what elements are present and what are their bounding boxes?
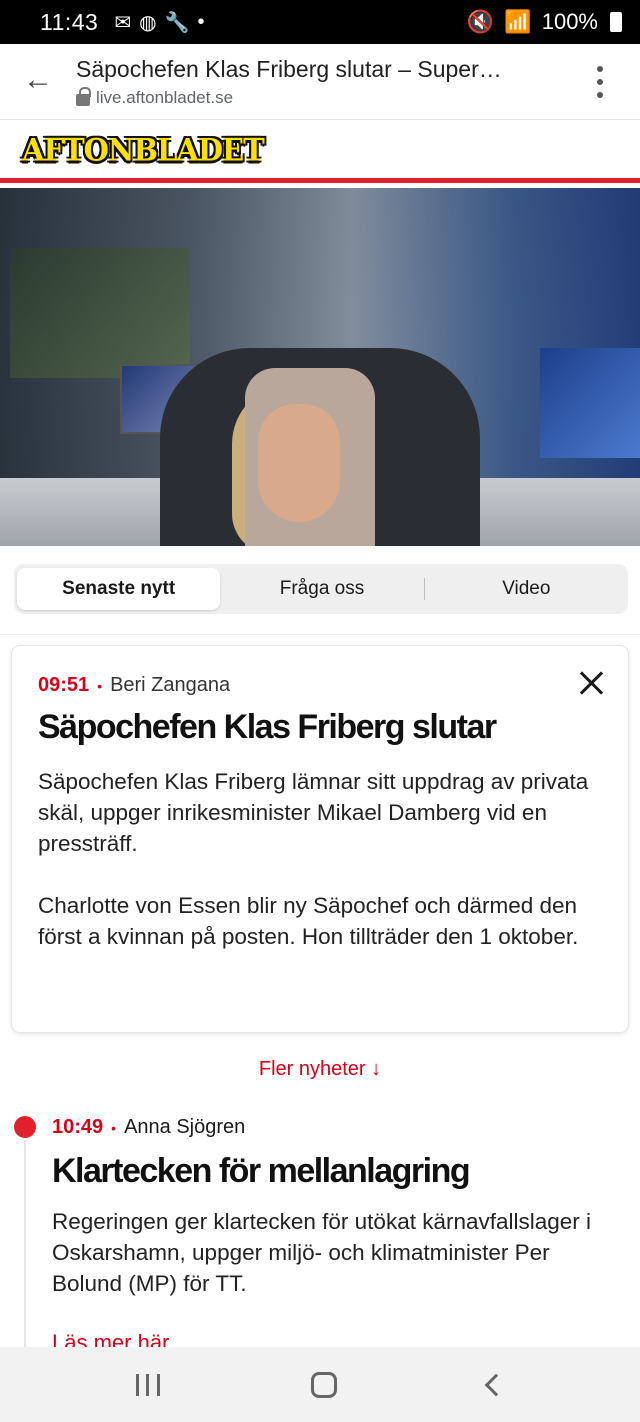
wrench-icon: 🔧 — [164, 11, 190, 34]
entry-meta: 10:49 • Anna Sjögren — [52, 1116, 245, 1139]
browser-toolbar: ← Säpochefen Klas Friberg slutar – Super… — [0, 44, 640, 120]
notification-icons: ✉ ◍ 🔧 • — [114, 10, 204, 35]
lock-icon — [76, 87, 91, 106]
entry-body: Säpochefen Klas Friberg lämnar sitt uppd… — [38, 766, 608, 952]
entry-time: 09:51 — [38, 674, 90, 696]
entry-headline: Säpochefen Klas Friberg slutar — [38, 708, 497, 746]
featured-news-card: 09:51 • Beri Zangana Säpochefen Klas Fri… — [12, 646, 628, 1032]
back-arrow-icon[interactable]: ← — [22, 64, 54, 96]
recents-icon[interactable] — [135, 1373, 160, 1396]
entry-author: Beri Zangana — [110, 674, 231, 696]
status-time: 11:43 — [40, 8, 99, 35]
system-nav-bar — [0, 1347, 640, 1422]
url-display[interactable]: live.aftonbladet.se — [76, 87, 234, 108]
tab-senaste-nytt[interactable]: Senaste nytt — [17, 568, 221, 610]
timeline-dot-icon — [14, 1116, 36, 1138]
page-title: Säpochefen Klas Friberg slutar – Super… — [76, 56, 502, 82]
more-options-icon[interactable] — [590, 66, 610, 98]
aftonbladet-logo[interactable]: AFTONBLADET — [22, 132, 265, 168]
dot-icon: • — [197, 10, 205, 33]
back-icon[interactable] — [484, 1373, 508, 1396]
entry-time: 10:49 — [52, 1116, 104, 1138]
home-icon[interactable] — [310, 1371, 337, 1398]
read-more-link[interactable]: Läs mer här — [52, 1328, 169, 1348]
studio-screen-right — [540, 348, 640, 458]
entry-body: Regeringen ger klartecken för utökat kär… — [52, 1209, 592, 1296]
divider — [0, 634, 640, 635]
tab-fraga-oss[interactable]: Fråga oss — [220, 568, 423, 610]
entry-paragraph: Säpochefen Klas Friberg lämnar sitt uppd… — [38, 769, 589, 856]
system-icons: 🔇 📶 100% — [467, 9, 622, 35]
live-video[interactable] — [0, 188, 640, 546]
entry-paragraph: Charlotte von Essen blir ny Säpochef och… — [38, 893, 579, 949]
mute-icon: 🔇 — [466, 9, 495, 34]
mail-icon: ✉ — [114, 11, 132, 34]
url-text: live.aftonbladet.se — [96, 88, 234, 107]
status-bar: 11:43 ✉ ◍ 🔧 • 🔇 📶 100% — [0, 0, 640, 44]
bullet-icon: • — [97, 677, 103, 694]
bullet-icon: • — [111, 1119, 117, 1136]
wifi-icon: 📶 — [504, 9, 532, 34]
section-tabs: Senaste nytt Fråga oss Video — [14, 564, 628, 614]
entry-author: Anna Sjögren — [124, 1116, 246, 1138]
battery-icon — [610, 12, 622, 32]
messenger-icon: ◍ — [139, 11, 157, 34]
entry-meta: 09:51 • Beri Zangana — [38, 674, 230, 697]
tab-video[interactable]: Video — [425, 568, 628, 610]
presenter-face — [258, 404, 340, 522]
studio-screen — [10, 248, 190, 378]
entry-headline: Klartecken för mellanlagring — [52, 1152, 471, 1190]
close-icon[interactable] — [578, 670, 604, 696]
battery-label: 100% — [541, 9, 598, 34]
more-news-link[interactable]: Fler nyheter ↓ — [0, 1058, 640, 1081]
timeline-line — [24, 1140, 26, 1350]
site-header: AFTONBLADET — [0, 121, 640, 183]
